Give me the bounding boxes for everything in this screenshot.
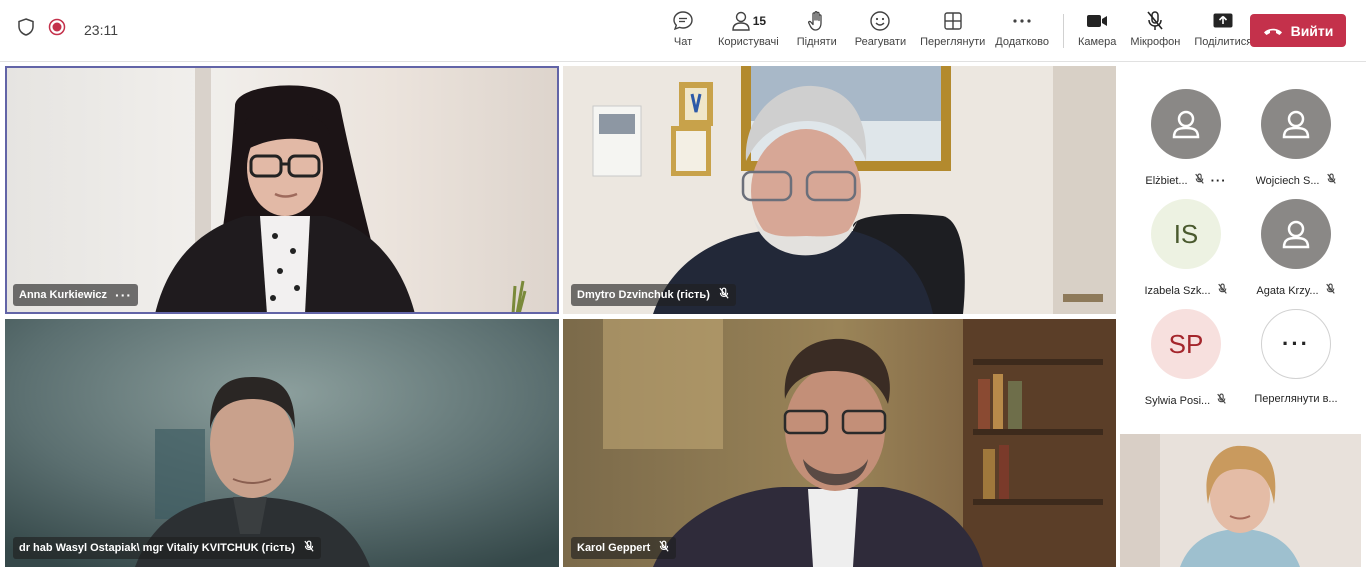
camera-label: Камера: [1077, 36, 1117, 48]
raise-hand-label: Підняти: [796, 36, 837, 48]
grid-icon: [943, 8, 963, 34]
view-all-label: Переглянути в...: [1254, 393, 1338, 405]
roster-name: Agata Krzy...: [1256, 284, 1319, 297]
person-icon: [1172, 110, 1200, 139]
toolbar-divider: [1062, 14, 1064, 48]
raise-hand-button[interactable]: Підняти: [793, 8, 841, 54]
roster-item[interactable]: Elżbiet... ···: [1131, 89, 1241, 188]
mic-off-icon: [1326, 173, 1337, 188]
roster-name: Elżbiet...: [1145, 174, 1188, 187]
meeting-status: 23:11: [18, 18, 118, 41]
mic-off-icon: [1325, 283, 1336, 298]
mic-off-icon: [1217, 283, 1228, 298]
chat-button[interactable]: Чат: [668, 8, 698, 54]
react-label: Реагувати: [854, 36, 907, 48]
participant-video: [563, 319, 1116, 567]
avatar[interactable]: [1261, 89, 1331, 159]
more-button[interactable]: Додатково: [991, 8, 1053, 54]
mic-off-icon: [658, 540, 670, 556]
participant-video: [5, 319, 559, 567]
participant-name: Karol Geppert: [577, 542, 651, 554]
meeting-toolbar: 23:11 Чат 15 Користувачі Підняти Реагува…: [0, 0, 1366, 62]
roster-name: Sylwia Posi...: [1144, 394, 1211, 407]
avatar[interactable]: [1151, 89, 1221, 159]
person-icon: [731, 11, 750, 31]
more-options-icon[interactable]: ···: [1211, 173, 1227, 188]
video-tile-karol-geppert[interactable]: Karol Geppert: [563, 319, 1116, 567]
participant-name-tag: dr hab Wasyl Ostapiak\ mgr Vitaliy KVITC…: [13, 537, 321, 559]
roster-item[interactable]: Wojciech S...: [1241, 89, 1351, 188]
users-label: Користувачі: [718, 36, 779, 48]
mic-off-icon: [303, 540, 315, 556]
person-icon: [1282, 220, 1310, 249]
participant-name: Dmytro Dzvinchuk (гість): [577, 289, 710, 301]
camera-button[interactable]: Камера: [1074, 8, 1120, 54]
participant-video: [5, 66, 559, 314]
participant-name: Anna Kurkiewicz: [19, 289, 108, 301]
camera-icon: [1086, 8, 1108, 34]
participant-video: [563, 66, 1116, 314]
video-tile-wasyl-ostapiak[interactable]: dr hab Wasyl Ostapiak\ mgr Vitaliy KVITC…: [5, 319, 559, 567]
more-label: Додатково: [995, 36, 1049, 48]
participant-name: dr hab Wasyl Ostapiak\ mgr Vitaliy KVITC…: [19, 542, 295, 554]
roster-name: Wojciech S...: [1255, 174, 1320, 187]
users-button[interactable]: 15 Користувачі: [714, 8, 783, 54]
meeting-timer: 23:11: [84, 21, 118, 38]
mic-off-icon: [718, 287, 730, 303]
avatar[interactable]: [1261, 199, 1331, 269]
participant-name-tag: Karol Geppert: [571, 537, 677, 559]
more-options-icon[interactable]: ···: [115, 288, 132, 302]
microphone-label: Мікрофон: [1130, 36, 1181, 48]
view-all-participants[interactable]: ··· Переглянути в...: [1241, 309, 1351, 405]
chat-label: Чат: [673, 36, 693, 48]
video-tile-anna-kurkiewicz[interactable]: Anna Kurkiewicz ···: [5, 66, 559, 314]
react-button[interactable]: Реагувати: [851, 8, 910, 54]
users-count: 15: [752, 14, 767, 28]
mic-off-icon: [1216, 393, 1227, 408]
participant-video: [1120, 434, 1361, 567]
avatar-initials[interactable]: SP: [1151, 309, 1221, 379]
roster-item[interactable]: Agata Krzy...: [1241, 199, 1351, 298]
leave-button[interactable]: Вийти: [1250, 14, 1346, 47]
shield-icon: [18, 18, 34, 41]
roster-item[interactable]: SP Sylwia Posi...: [1131, 309, 1241, 408]
chat-icon: [672, 8, 694, 34]
hand-icon: [807, 8, 827, 34]
roster-item[interactable]: IS Izabela Szk...: [1131, 199, 1241, 298]
mic-off-icon: [1145, 8, 1165, 34]
recording-icon: [48, 18, 66, 41]
view-button[interactable]: Переглянути: [916, 8, 989, 54]
video-tile-dmytro-dzvinchuk[interactable]: Dmytro Dzvinchuk (гість): [563, 66, 1116, 314]
leave-label: Вийти: [1290, 22, 1334, 39]
share-button[interactable]: Поділитися: [1190, 8, 1256, 54]
mic-off-icon: [1194, 173, 1205, 188]
smiley-icon: [869, 8, 891, 34]
share-screen-icon: [1212, 8, 1234, 34]
participant-roster: Elżbiet... ··· Wojciech S... IS Izabela …: [1120, 66, 1366, 432]
toolbar-actions: Чат 15 Користувачі Підняти Реагувати Пер…: [668, 8, 1256, 54]
person-icon: [1282, 110, 1310, 139]
participant-name-tag: Dmytro Dzvinchuk (гість): [571, 284, 736, 306]
more-icon: [1012, 8, 1032, 34]
view-label: Переглянути: [920, 36, 986, 48]
share-label: Поділитися: [1194, 36, 1253, 48]
participant-name-tag: Anna Kurkiewicz ···: [13, 284, 139, 306]
more-icon[interactable]: ···: [1261, 309, 1331, 379]
phone-hangup-icon: [1263, 23, 1283, 39]
avatar-initials[interactable]: IS: [1151, 199, 1221, 269]
roster-name: Izabela Szk...: [1144, 284, 1211, 297]
users-icon-group: 15: [731, 8, 766, 34]
microphone-button[interactable]: Мікрофон: [1126, 8, 1184, 54]
self-view-video[interactable]: [1120, 434, 1361, 567]
